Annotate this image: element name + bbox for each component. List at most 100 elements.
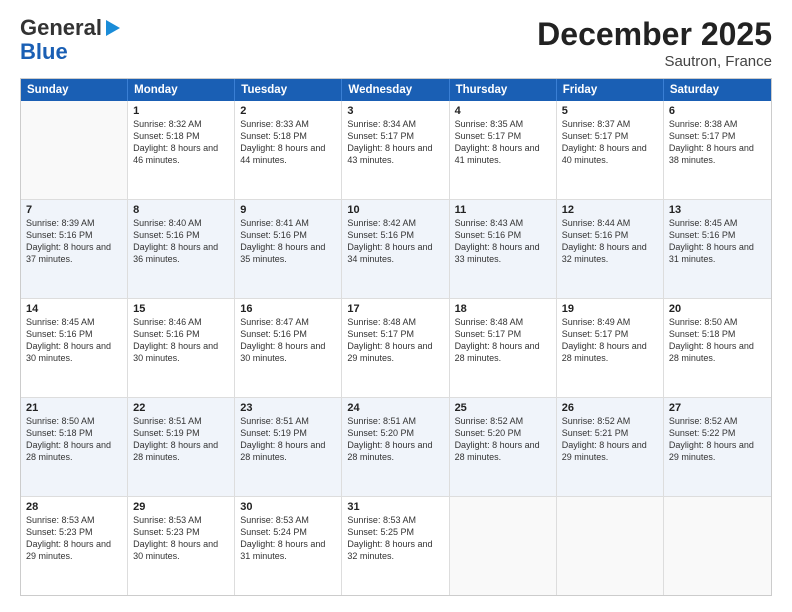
cell-info: Sunrise: 8:52 AM Sunset: 5:22 PM Dayligh… (669, 415, 766, 464)
calendar-cell: 29Sunrise: 8:53 AM Sunset: 5:23 PM Dayli… (128, 497, 235, 595)
calendar-cell (450, 497, 557, 595)
calendar-cell: 31Sunrise: 8:53 AM Sunset: 5:25 PM Dayli… (342, 497, 449, 595)
day-number: 9 (240, 204, 336, 216)
cell-info: Sunrise: 8:53 AM Sunset: 5:25 PM Dayligh… (347, 514, 443, 563)
location-title: Sautron, France (537, 53, 772, 70)
cell-info: Sunrise: 8:41 AM Sunset: 5:16 PM Dayligh… (240, 217, 336, 266)
calendar-cell: 19Sunrise: 8:49 AM Sunset: 5:17 PM Dayli… (557, 299, 664, 397)
day-number: 17 (347, 303, 443, 315)
calendar-cell: 27Sunrise: 8:52 AM Sunset: 5:22 PM Dayli… (664, 398, 771, 496)
calendar: SundayMondayTuesdayWednesdayThursdayFrid… (20, 78, 772, 596)
logo: General Blue (20, 16, 120, 64)
day-number: 13 (669, 204, 766, 216)
calendar-cell: 26Sunrise: 8:52 AM Sunset: 5:21 PM Dayli… (557, 398, 664, 496)
calendar-row: 7Sunrise: 8:39 AM Sunset: 5:16 PM Daylig… (21, 200, 771, 299)
calendar-cell: 10Sunrise: 8:42 AM Sunset: 5:16 PM Dayli… (342, 200, 449, 298)
calendar-cell: 25Sunrise: 8:52 AM Sunset: 5:20 PM Dayli… (450, 398, 557, 496)
calendar-cell (21, 101, 128, 199)
cell-info: Sunrise: 8:45 AM Sunset: 5:16 PM Dayligh… (26, 316, 122, 365)
day-number: 18 (455, 303, 551, 315)
cell-info: Sunrise: 8:49 AM Sunset: 5:17 PM Dayligh… (562, 316, 658, 365)
calendar-cell: 18Sunrise: 8:48 AM Sunset: 5:17 PM Dayli… (450, 299, 557, 397)
calendar-cell: 17Sunrise: 8:48 AM Sunset: 5:17 PM Dayli… (342, 299, 449, 397)
day-number: 2 (240, 105, 336, 117)
title-block: December 2025 Sautron, France (537, 16, 772, 70)
page: General Blue December 2025 Sautron, Fran… (0, 0, 792, 612)
calendar-cell: 13Sunrise: 8:45 AM Sunset: 5:16 PM Dayli… (664, 200, 771, 298)
calendar-cell: 3Sunrise: 8:34 AM Sunset: 5:17 PM Daylig… (342, 101, 449, 199)
calendar-cell: 11Sunrise: 8:43 AM Sunset: 5:16 PM Dayli… (450, 200, 557, 298)
cell-info: Sunrise: 8:53 AM Sunset: 5:23 PM Dayligh… (133, 514, 229, 563)
cell-info: Sunrise: 8:51 AM Sunset: 5:20 PM Dayligh… (347, 415, 443, 464)
cell-info: Sunrise: 8:38 AM Sunset: 5:17 PM Dayligh… (669, 118, 766, 167)
day-number: 25 (455, 402, 551, 414)
calendar-row: 14Sunrise: 8:45 AM Sunset: 5:16 PM Dayli… (21, 299, 771, 398)
day-number: 28 (26, 501, 122, 513)
day-header-tuesday: Tuesday (235, 79, 342, 101)
day-number: 22 (133, 402, 229, 414)
month-title: December 2025 (537, 16, 772, 53)
cell-info: Sunrise: 8:39 AM Sunset: 5:16 PM Dayligh… (26, 217, 122, 266)
calendar-cell: 7Sunrise: 8:39 AM Sunset: 5:16 PM Daylig… (21, 200, 128, 298)
cell-info: Sunrise: 8:33 AM Sunset: 5:18 PM Dayligh… (240, 118, 336, 167)
day-number: 21 (26, 402, 122, 414)
day-header-sunday: Sunday (21, 79, 128, 101)
cell-info: Sunrise: 8:35 AM Sunset: 5:17 PM Dayligh… (455, 118, 551, 167)
calendar-cell: 8Sunrise: 8:40 AM Sunset: 5:16 PM Daylig… (128, 200, 235, 298)
cell-info: Sunrise: 8:48 AM Sunset: 5:17 PM Dayligh… (347, 316, 443, 365)
day-number: 19 (562, 303, 658, 315)
day-number: 20 (669, 303, 766, 315)
day-number: 31 (347, 501, 443, 513)
calendar-cell: 12Sunrise: 8:44 AM Sunset: 5:16 PM Dayli… (557, 200, 664, 298)
day-number: 4 (455, 105, 551, 117)
day-number: 27 (669, 402, 766, 414)
cell-info: Sunrise: 8:52 AM Sunset: 5:20 PM Dayligh… (455, 415, 551, 464)
calendar-cell (557, 497, 664, 595)
calendar-cell: 1Sunrise: 8:32 AM Sunset: 5:18 PM Daylig… (128, 101, 235, 199)
calendar-cell: 15Sunrise: 8:46 AM Sunset: 5:16 PM Dayli… (128, 299, 235, 397)
calendar-row: 1Sunrise: 8:32 AM Sunset: 5:18 PM Daylig… (21, 101, 771, 200)
calendar-cell: 9Sunrise: 8:41 AM Sunset: 5:16 PM Daylig… (235, 200, 342, 298)
calendar-row: 21Sunrise: 8:50 AM Sunset: 5:18 PM Dayli… (21, 398, 771, 497)
day-number: 8 (133, 204, 229, 216)
calendar-cell: 28Sunrise: 8:53 AM Sunset: 5:23 PM Dayli… (21, 497, 128, 595)
cell-info: Sunrise: 8:44 AM Sunset: 5:16 PM Dayligh… (562, 217, 658, 266)
cell-info: Sunrise: 8:32 AM Sunset: 5:18 PM Dayligh… (133, 118, 229, 167)
cell-info: Sunrise: 8:52 AM Sunset: 5:21 PM Dayligh… (562, 415, 658, 464)
calendar-cell: 6Sunrise: 8:38 AM Sunset: 5:17 PM Daylig… (664, 101, 771, 199)
calendar-cell: 5Sunrise: 8:37 AM Sunset: 5:17 PM Daylig… (557, 101, 664, 199)
day-number: 1 (133, 105, 229, 117)
day-number: 11 (455, 204, 551, 216)
day-number: 16 (240, 303, 336, 315)
calendar-header: SundayMondayTuesdayWednesdayThursdayFrid… (21, 79, 771, 101)
cell-info: Sunrise: 8:37 AM Sunset: 5:17 PM Dayligh… (562, 118, 658, 167)
day-number: 30 (240, 501, 336, 513)
cell-info: Sunrise: 8:43 AM Sunset: 5:16 PM Dayligh… (455, 217, 551, 266)
cell-info: Sunrise: 8:50 AM Sunset: 5:18 PM Dayligh… (26, 415, 122, 464)
day-number: 5 (562, 105, 658, 117)
day-number: 7 (26, 204, 122, 216)
day-header-wednesday: Wednesday (342, 79, 449, 101)
calendar-cell: 4Sunrise: 8:35 AM Sunset: 5:17 PM Daylig… (450, 101, 557, 199)
logo-arrow-icon (106, 20, 120, 36)
cell-info: Sunrise: 8:45 AM Sunset: 5:16 PM Dayligh… (669, 217, 766, 266)
cell-info: Sunrise: 8:53 AM Sunset: 5:24 PM Dayligh… (240, 514, 336, 563)
cell-info: Sunrise: 8:50 AM Sunset: 5:18 PM Dayligh… (669, 316, 766, 365)
day-number: 26 (562, 402, 658, 414)
calendar-cell: 16Sunrise: 8:47 AM Sunset: 5:16 PM Dayli… (235, 299, 342, 397)
cell-info: Sunrise: 8:48 AM Sunset: 5:17 PM Dayligh… (455, 316, 551, 365)
cell-info: Sunrise: 8:51 AM Sunset: 5:19 PM Dayligh… (133, 415, 229, 464)
calendar-cell: 14Sunrise: 8:45 AM Sunset: 5:16 PM Dayli… (21, 299, 128, 397)
day-number: 3 (347, 105, 443, 117)
calendar-cell: 30Sunrise: 8:53 AM Sunset: 5:24 PM Dayli… (235, 497, 342, 595)
cell-info: Sunrise: 8:51 AM Sunset: 5:19 PM Dayligh… (240, 415, 336, 464)
cell-info: Sunrise: 8:53 AM Sunset: 5:23 PM Dayligh… (26, 514, 122, 563)
calendar-cell: 20Sunrise: 8:50 AM Sunset: 5:18 PM Dayli… (664, 299, 771, 397)
day-header-saturday: Saturday (664, 79, 771, 101)
calendar-cell (664, 497, 771, 595)
cell-info: Sunrise: 8:47 AM Sunset: 5:16 PM Dayligh… (240, 316, 336, 365)
logo-blue: Blue (20, 40, 68, 64)
day-number: 23 (240, 402, 336, 414)
logo-general: General (20, 16, 102, 40)
calendar-cell: 22Sunrise: 8:51 AM Sunset: 5:19 PM Dayli… (128, 398, 235, 496)
